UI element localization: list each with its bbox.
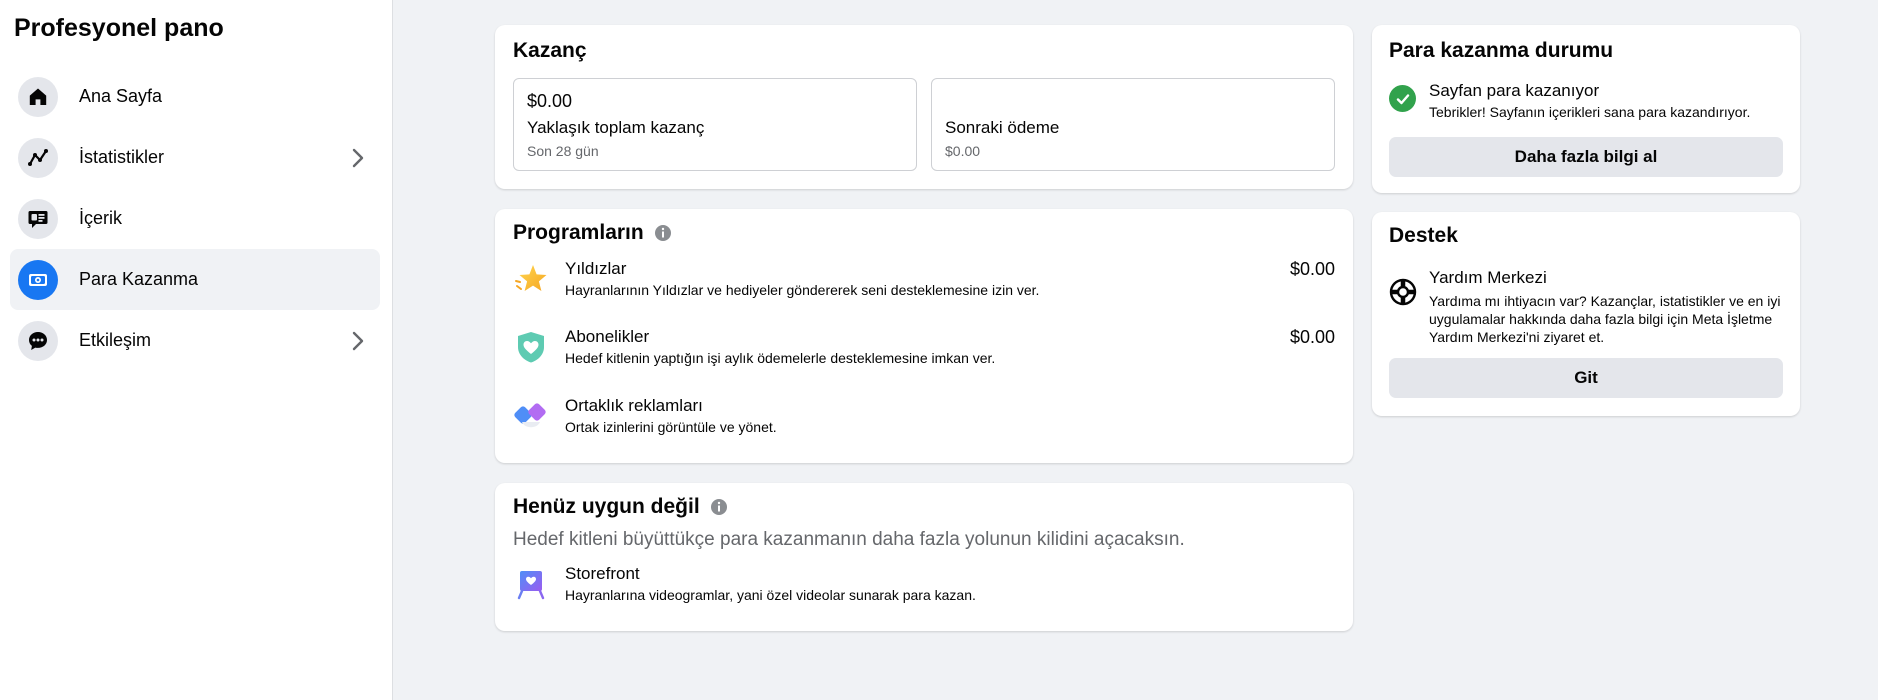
learn-more-button[interactable]: Daha fazla bilgi al: [1389, 137, 1783, 177]
programs-card: Programların Yıldızlar Hayranlarının Yıl…: [495, 209, 1353, 463]
sidebar: Profesyonel pano Ana Sayfa İstatistikler: [0, 0, 393, 700]
sidebar-item-label: İçerik: [79, 208, 123, 228]
go-button[interactable]: Git: [1389, 358, 1783, 398]
program-item-subscriptions[interactable]: Abonelikler Hedef kitlenin yaptığın işi …: [513, 327, 1335, 377]
chevron-right-icon: [348, 331, 368, 351]
program-name: Abonelikler: [565, 327, 650, 346]
program-amount: $0.00: [1289, 259, 1335, 279]
sidebar-item-label: Ana Sayfa: [79, 86, 163, 106]
info-icon[interactable]: [710, 498, 728, 516]
not-yet-subtitle: Hedef kitleni büyüttükçe para kazanmanın…: [513, 529, 1185, 550]
storefront-icon: [513, 566, 549, 602]
partnership-ads-icon: [513, 398, 549, 434]
program-item-partnership-ads[interactable]: Ortaklık reklamları Ortak izinlerini gör…: [513, 396, 1335, 446]
sidebar-nav: Ana Sayfa İstatistikler İçerik Para Kaza…: [10, 66, 380, 371]
program-name: Ortaklık reklamları: [565, 396, 703, 415]
chevron-right-icon: [348, 148, 368, 168]
sidebar-item-insights[interactable]: İstatistikler: [10, 127, 380, 188]
support-card: Destek Yardım Merkezi Yardıma mı ihtiyac…: [1372, 212, 1800, 416]
sidebar-item-label: Etkileşim: [79, 330, 152, 350]
sidebar-item-home[interactable]: Ana Sayfa: [10, 66, 380, 127]
status-title: Para kazanma durumu: [1389, 39, 1614, 62]
program-description: Hayranlarının Yıldızlar ve hediyeler gön…: [565, 282, 1040, 298]
not-yet-header: Henüz uygun değil: [513, 495, 728, 519]
sidebar-item-label: İstatistikler: [79, 147, 165, 167]
status-state-title: Sayfan para kazanıyor: [1429, 81, 1600, 100]
program-item-storefront[interactable]: Storefront Hayranlarına videogramlar, ya…: [513, 564, 1335, 614]
total-earnings-label: Yaklaşık toplam kazanç: [527, 118, 705, 137]
insights-icon: [18, 137, 58, 178]
support-title: Destek: [1389, 224, 1458, 247]
program-amount: $0.00: [1289, 327, 1335, 347]
program-description: Ortak izinlerini görüntüle ve yönet.: [565, 419, 777, 435]
status-row: Sayfan para kazanıyor Tebrikler! Sayfanı…: [1389, 81, 1786, 125]
total-earnings-box[interactable]: $0.00 Yaklaşık toplam kazanç Son 28 gün: [513, 78, 917, 171]
sidebar-title: Profesyonel pano: [14, 14, 224, 42]
sidebar-item-engagement[interactable]: Etkileşim: [10, 310, 380, 371]
status-state-description: Tebrikler! Sayfanın içerikleri sana para…: [1429, 104, 1751, 120]
help-center-title: Yardım Merkezi: [1429, 268, 1547, 287]
help-center-description: Yardıma mı ihtiyacın var? Kazançlar, ist…: [1429, 293, 1781, 345]
money-icon: [18, 259, 58, 300]
total-earnings-value: $0.00: [527, 91, 573, 111]
program-name: Yıldızlar: [565, 259, 627, 278]
sidebar-item-monetization[interactable]: Para Kazanma: [10, 249, 380, 310]
next-payment-box[interactable]: Sonraki ödeme $0.00: [931, 78, 1335, 171]
star-icon: [513, 261, 549, 297]
content-icon: [18, 198, 58, 239]
home-icon: [18, 76, 58, 117]
sidebar-item-label: Para Kazanma: [79, 269, 199, 289]
not-yet-title: Henüz uygun değil: [513, 495, 700, 518]
program-name: Storefront: [565, 564, 640, 583]
info-icon[interactable]: [654, 224, 672, 242]
sidebar-item-content[interactable]: İçerik: [10, 188, 380, 249]
not-yet-eligible-card: Henüz uygun değil Hedef kitleni büyüttük…: [495, 483, 1353, 631]
check-circle-icon: [1389, 85, 1416, 112]
next-payment-amount: $0.00: [945, 143, 981, 159]
chat-icon: [18, 320, 58, 361]
program-item-stars[interactable]: Yıldızlar Hayranlarının Yıldızlar ve hed…: [513, 259, 1335, 309]
next-payment-label: Sonraki ödeme: [945, 118, 1060, 137]
monetization-status-card: Para kazanma durumu Sayfan para kazanıyo…: [1372, 25, 1800, 193]
programs-title: Programların: [513, 221, 644, 244]
program-description: Hayranlarına videogramlar, yani özel vid…: [565, 587, 976, 603]
earnings-card: Kazanç $0.00 Yaklaşık toplam kazanç Son …: [495, 25, 1353, 189]
earnings-title: Kazanç: [513, 39, 587, 62]
subscription-heart-icon: [513, 329, 549, 365]
program-description: Hedef kitlenin yaptığın işi aylık ödemel…: [565, 350, 996, 366]
lifebuoy-icon: [1389, 278, 1417, 306]
programs-header: Programların: [513, 221, 672, 245]
help-center-row: Yardım Merkezi Yardıma mı ihtiyacın var?…: [1389, 268, 1786, 352]
total-earnings-period: Son 28 gün: [527, 143, 599, 159]
next-payment-value: [945, 91, 1321, 113]
